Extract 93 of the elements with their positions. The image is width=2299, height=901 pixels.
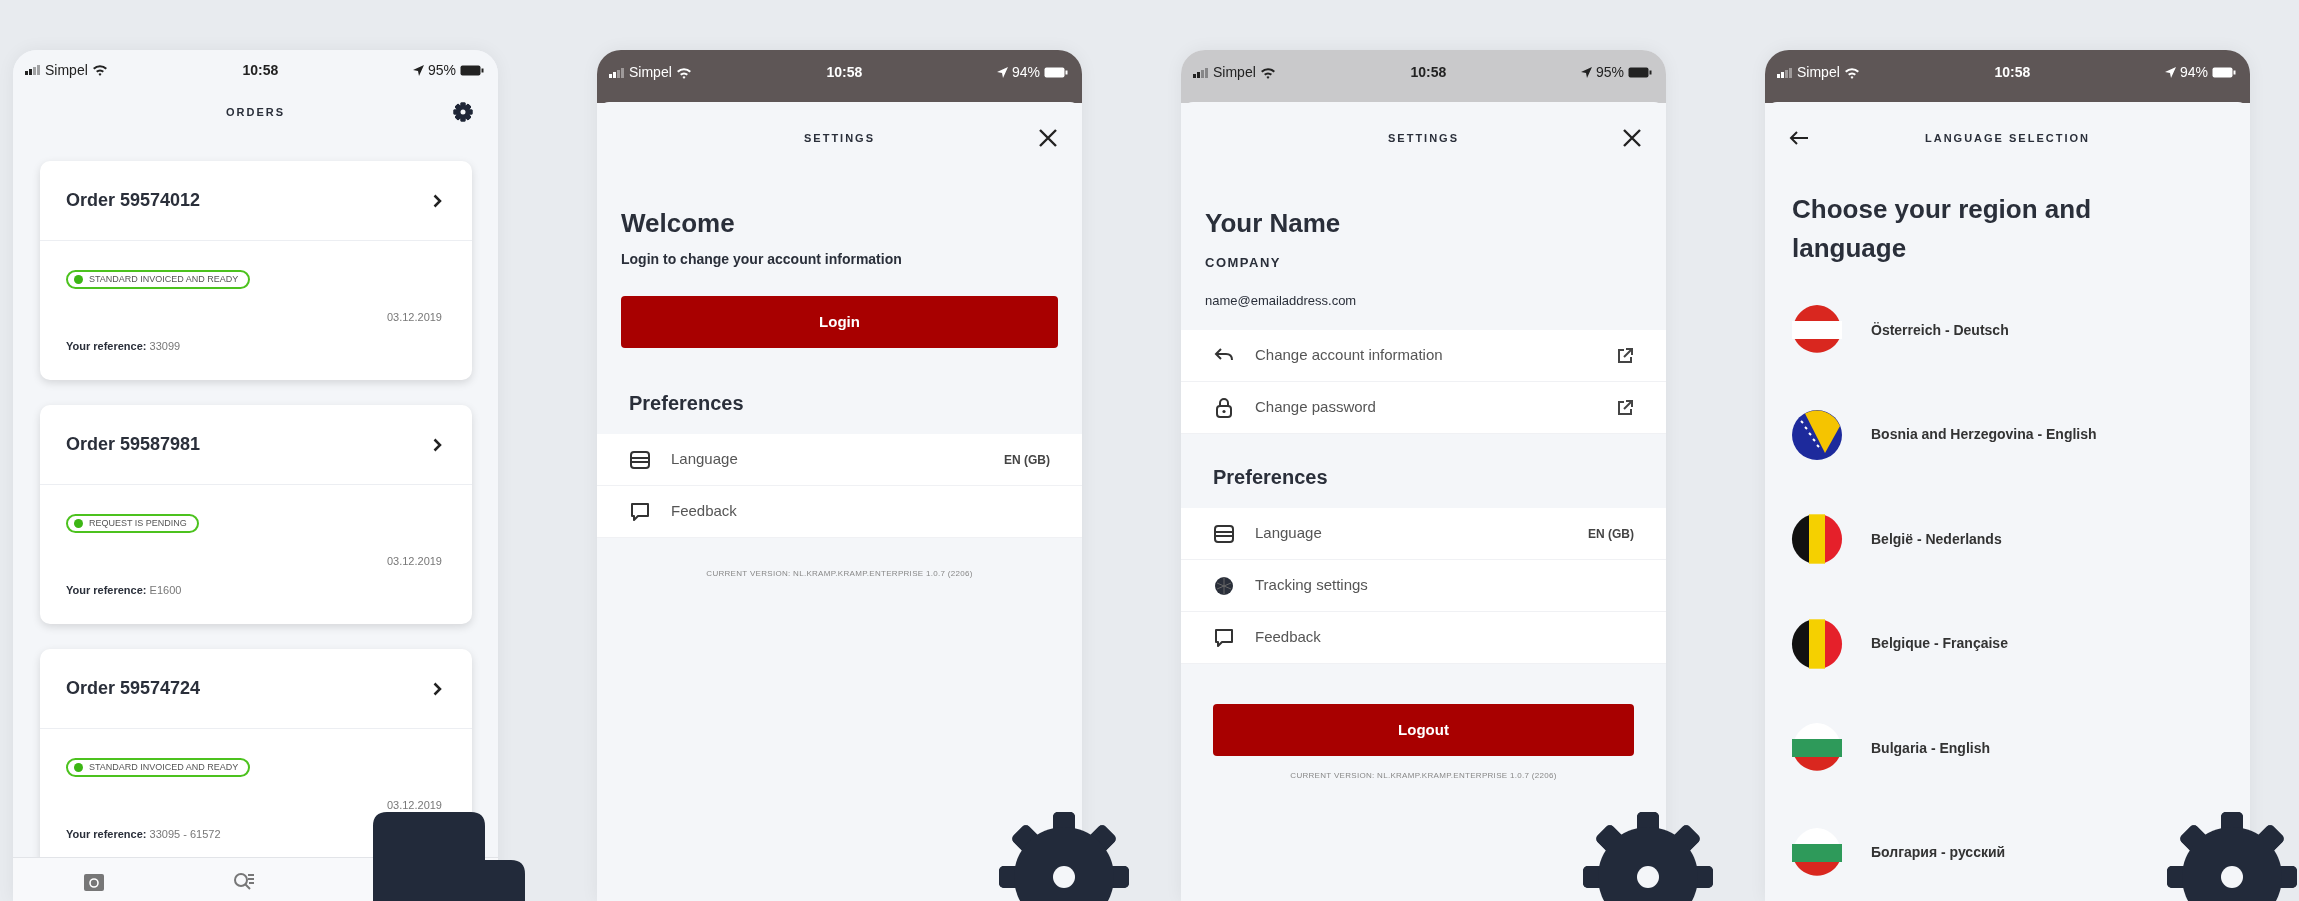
language-option[interactable]: Österreich - Deutsch <box>1765 278 2019 383</box>
ball-icon <box>1213 574 1235 597</box>
carrier-name: Simpel <box>1213 63 1256 82</box>
battery-icon <box>460 64 484 76</box>
back-arrow-icon[interactable] <box>1789 130 1809 146</box>
list-icon <box>1213 522 1235 545</box>
chevron-right-icon <box>433 681 442 696</box>
status-time: 10:58 <box>826 63 863 82</box>
order-title: Order 59574012 <box>66 189 201 212</box>
flag-icon <box>1791 617 1843 670</box>
flag-icon <box>1791 513 1843 566</box>
section-title: Preferences <box>1212 465 1329 491</box>
battery-percent: 95% <box>1595 63 1624 82</box>
settings-row[interactable]: Feedback <box>597 486 1082 539</box>
battery-icon <box>1628 67 1652 78</box>
version-text: CURRENT VERSION: NL.KRAMP.KRAMP.ENTERPRISE 1.0.7 (2206) <box>705 568 974 581</box>
order-date: 03.12.2019 <box>385 554 443 569</box>
status-time: 10:58 <box>242 60 279 80</box>
battery-icon <box>1044 67 1068 78</box>
padlock-icon <box>1213 396 1235 419</box>
order-card[interactable]: Order 59574724 STANDARD INVOICED AND READY 03.12.2019 Your reference: 33095 - 61572 <box>40 649 472 857</box>
flag-icon <box>1791 408 1843 461</box>
order-reference: Your reference: E1600 <box>66 582 183 598</box>
wifi-icon <box>1259 66 1276 79</box>
status-time: 10:58 <box>1994 63 2031 82</box>
settings-row[interactable]: Tracking settings <box>1181 560 1666 613</box>
profile-heading: Your Name <box>1205 208 1342 240</box>
language-option[interactable]: Болгария - русский <box>1765 800 2016 901</box>
page-heading: Choose your region and language <box>1791 193 2093 265</box>
language-option[interactable]: Bulgaria - English <box>1765 696 2000 801</box>
order-title: Order 59574724 <box>66 677 201 700</box>
order-date: 03.12.2019 <box>385 310 443 325</box>
carrier-name: Simpel <box>629 63 672 82</box>
close-icon[interactable] <box>1038 128 1058 148</box>
close-icon[interactable] <box>1622 128 1642 148</box>
screen-title: SETTINGS <box>804 130 875 146</box>
company-name: COMPANY <box>1205 254 1282 273</box>
order-card[interactable]: Order 59587981 REQUEST IS PENDING 03.12.2019 Your reference: E1600 <box>40 405 472 624</box>
chevron-right-icon <box>433 193 442 208</box>
status-badge: REQUEST IS PENDING <box>66 513 199 534</box>
settings-row[interactable]: Change account information <box>1181 330 1666 383</box>
login-button[interactable]: Login <box>621 296 1058 349</box>
battery-percent: 94% <box>1011 63 1040 82</box>
settings-icon[interactable] <box>452 101 474 123</box>
profile-heading: Welcome <box>621 208 736 240</box>
location-arrow-icon <box>2164 67 2176 78</box>
screen-title: SETTINGS <box>1388 130 1459 146</box>
camera-icon[interactable] <box>83 872 105 893</box>
status-badge: STANDARD INVOICED AND READY <box>66 757 251 778</box>
status-badge: STANDARD INVOICED AND READY <box>66 269 251 290</box>
screen-title: ORDERS <box>225 104 286 120</box>
email-address: name@emailaddress.com <box>1205 291 1358 310</box>
language-option[interactable]: België - Nederlands <box>1765 487 2012 592</box>
order-reference: Your reference: 33095 - 61572 <box>66 826 222 842</box>
speech-bubble-icon <box>1213 626 1235 649</box>
order-title: Order 59587981 <box>66 433 201 456</box>
screen-title: LANGUAGE SELECTION <box>1925 130 2090 146</box>
step-shape-icon <box>373 812 525 901</box>
chevron-right-icon <box>433 437 442 452</box>
signal-icon <box>1193 67 1209 78</box>
order-reference: Your reference: 33099 <box>66 338 182 354</box>
list-icon <box>629 448 651 471</box>
wifi-icon <box>1843 66 1860 79</box>
location-arrow-icon <box>1580 67 1592 78</box>
order-date: 03.12.2019 <box>385 798 443 813</box>
flag-icon <box>1791 826 1843 879</box>
settings-row[interactable]: Feedback <box>1181 612 1666 665</box>
language-option[interactable]: Bosnia and Herzegovina - English <box>1765 382 2107 487</box>
version-text: CURRENT VERSION: NL.KRAMP.KRAMP.ENTERPRISE 1.0.7 (2206) <box>1289 770 1558 783</box>
settings-row[interactable]: Language EN (GB) <box>1181 508 1666 561</box>
battery-percent: 95% <box>427 60 456 80</box>
language-option[interactable]: Belgique - Française <box>1765 591 2018 696</box>
location-arrow-icon <box>412 64 424 76</box>
signal-icon <box>25 65 41 75</box>
wifi-icon <box>91 64 108 76</box>
login-hint: Login to change your account information <box>621 250 903 270</box>
carrier-name: Simpel <box>1797 63 1840 82</box>
location-arrow-icon <box>996 67 1008 78</box>
section-title: Preferences <box>628 391 745 417</box>
settings-row[interactable]: Language EN (GB) <box>597 434 1082 487</box>
battery-icon <box>2212 67 2236 78</box>
status-time: 10:58 <box>1410 63 1447 82</box>
external-link-icon <box>1616 346 1634 365</box>
settings-row[interactable]: Change password <box>1181 382 1666 435</box>
order-card[interactable]: Order 59574012 STANDARD INVOICED AND READY 03.12.2019 Your reference: 33099 <box>40 161 472 380</box>
speech-bubble-icon <box>629 500 651 523</box>
signal-icon <box>609 67 625 78</box>
carrier-name: Simpel <box>45 60 88 80</box>
wifi-icon <box>675 66 692 79</box>
logout-button[interactable]: Logout <box>1213 704 1634 757</box>
battery-percent: 94% <box>2179 63 2208 82</box>
signal-icon <box>1777 67 1793 78</box>
external-link-icon <box>1616 398 1634 417</box>
